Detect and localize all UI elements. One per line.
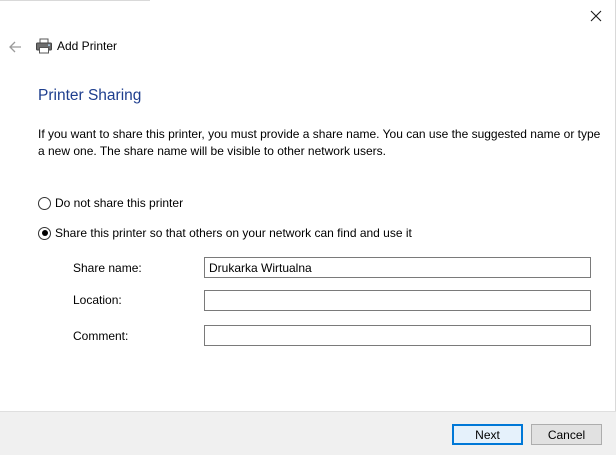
close-button[interactable]: [578, 4, 614, 28]
share-printer-label: Share this printer so that others on you…: [55, 226, 412, 240]
do-not-share-option[interactable]: Do not share this printer: [38, 196, 183, 210]
do-not-share-label: Do not share this printer: [55, 196, 184, 210]
page-description: If you want to share this printer, you m…: [38, 127, 601, 158]
comment-field[interactable]: [204, 325, 591, 346]
back-arrow-icon: [9, 41, 21, 53]
close-icon: [590, 10, 602, 22]
add-printer-dialog: Add Printer Printer Sharing If you want …: [0, 0, 616, 455]
window-title: Add Printer: [57, 39, 118, 53]
share-name-label: Share name:: [73, 261, 142, 275]
next-button[interactable]: Next: [452, 424, 523, 445]
share-printer-radio[interactable]: [38, 226, 51, 240]
do-not-share-radio[interactable]: [38, 196, 51, 210]
location-label: Location:: [73, 293, 122, 307]
comment-label: Comment:: [73, 329, 129, 343]
window-top-edge: [0, 0, 150, 1]
location-field[interactable]: [204, 290, 591, 311]
printer-icon: [36, 38, 52, 54]
share-printer-option[interactable]: Share this printer so that others on you…: [38, 226, 412, 240]
share-name-field[interactable]: [204, 257, 591, 278]
page-title: Printer Sharing: [38, 87, 142, 104]
back-button[interactable]: [4, 36, 26, 58]
cancel-button[interactable]: Cancel: [531, 424, 602, 445]
dialog-footer: Next Cancel: [0, 411, 616, 455]
